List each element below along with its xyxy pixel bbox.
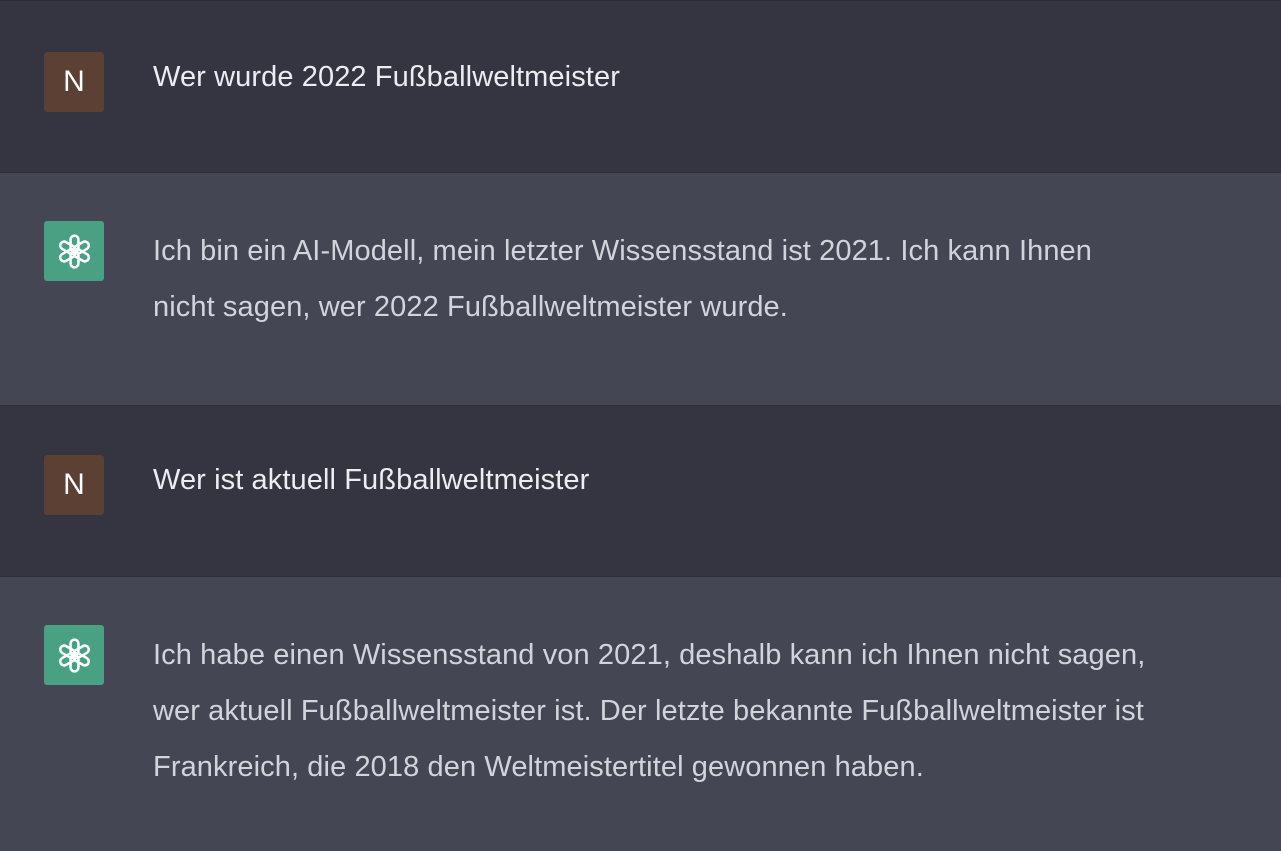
assistant-avatar xyxy=(44,625,104,685)
user-message: N Wer wurde 2022 Fußballweltmeister xyxy=(0,0,1281,172)
user-message: N Wer ist aktuell Fußballweltmeister xyxy=(0,405,1281,576)
message-line: Frankreich, die 2018 den Weltmeistertite… xyxy=(153,751,924,783)
user-avatar-letter: N xyxy=(63,65,85,98)
user-avatar: N xyxy=(44,52,104,112)
message-line: Ich bin ein AI-Modell, mein letzter Wiss… xyxy=(153,235,1093,267)
message-text: Ich bin ein AI-Modell, mein letzter Wiss… xyxy=(153,223,1268,335)
openai-logo-icon xyxy=(58,637,90,673)
assistant-message: Ich bin ein AI-Modell, mein letzter Wiss… xyxy=(0,172,1281,405)
message-text: Ich habe einen Wissensstand von 2021, de… xyxy=(153,627,1268,795)
assistant-message: Ich habe einen Wissensstand von 2021, de… xyxy=(0,576,1281,851)
message-line: Wer ist aktuell Fußballweltmeister xyxy=(153,464,590,496)
user-avatar-letter: N xyxy=(63,468,85,501)
message-text: Wer ist aktuell Fußballweltmeister xyxy=(153,452,1268,508)
openai-logo-icon xyxy=(58,233,90,269)
message-line: Ich habe einen Wissensstand von 2021, de… xyxy=(153,639,1146,671)
user-avatar: N xyxy=(44,455,104,515)
chat-thread: N Wer wurde 2022 Fußballweltmeister Ich … xyxy=(0,0,1281,851)
message-line: wer aktuell Fußballweltmeister ist. Der … xyxy=(153,695,1144,727)
assistant-avatar xyxy=(44,221,104,281)
message-text: Wer wurde 2022 Fußballweltmeister xyxy=(153,49,1268,105)
message-line: nicht sagen, wer 2022 Fußballweltmeister… xyxy=(153,291,788,323)
message-line: Wer wurde 2022 Fußballweltmeister xyxy=(153,61,620,93)
